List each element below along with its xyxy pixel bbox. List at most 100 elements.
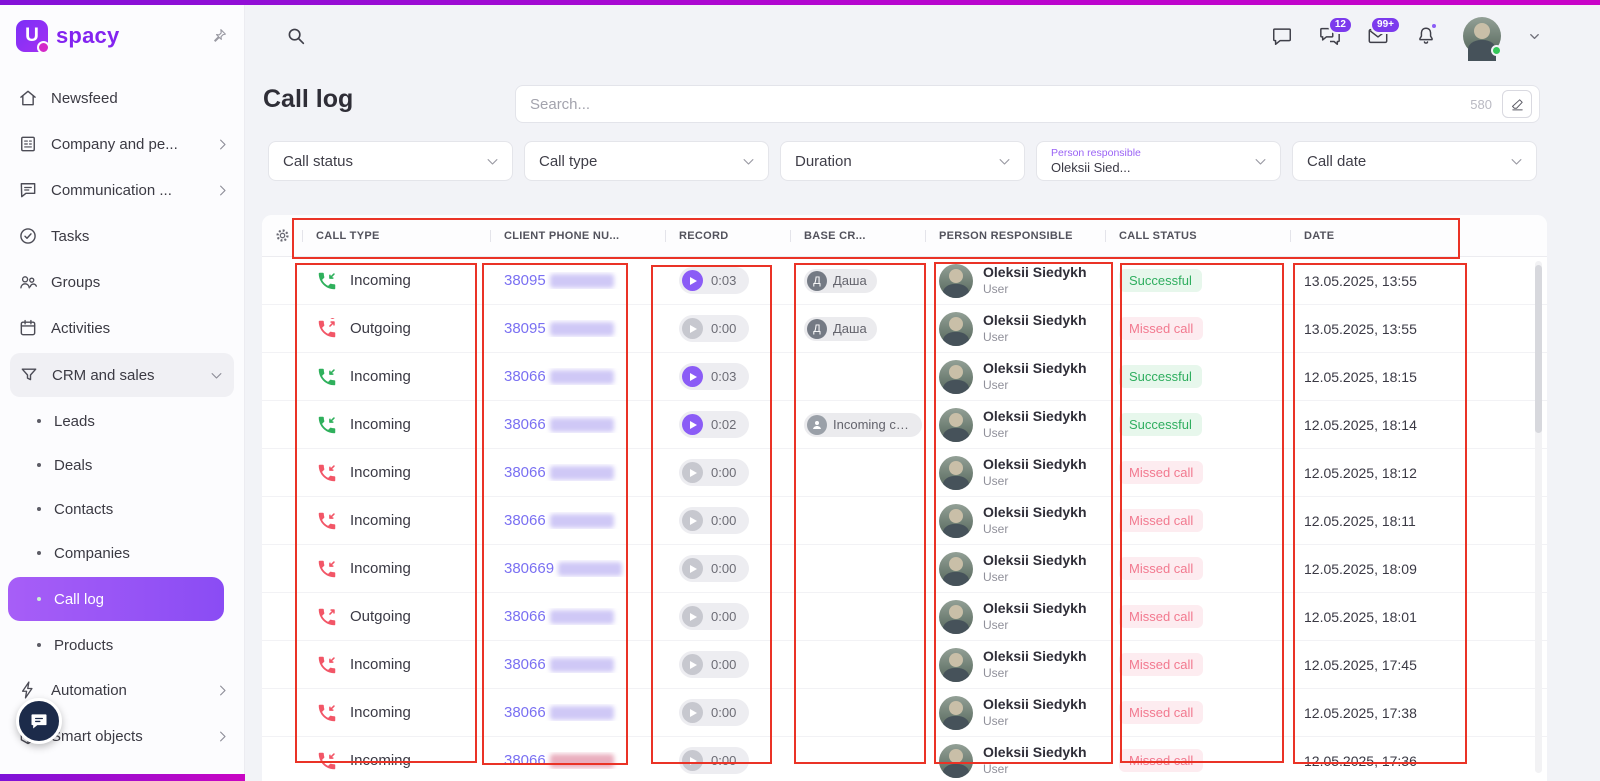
sidebar-item-companies[interactable]: Companies bbox=[0, 531, 244, 575]
sidebar-item-deals[interactable]: Deals bbox=[0, 443, 244, 487]
person-name[interactable]: Oleksii Siedykh bbox=[983, 360, 1087, 378]
sidebar-item-products[interactable]: Products bbox=[0, 623, 244, 667]
person-name[interactable]: Oleksii Siedykh bbox=[983, 696, 1087, 714]
sidebar-item-tasks[interactable]: Tasks bbox=[0, 213, 244, 259]
gear-icon bbox=[274, 227, 291, 244]
filter-call-type[interactable]: Call type bbox=[524, 141, 769, 181]
play-button-icon[interactable] bbox=[682, 606, 703, 627]
sidebar-item-activities[interactable]: Activities bbox=[0, 305, 244, 351]
chevron-down-icon[interactable] bbox=[1527, 29, 1542, 44]
record-cell: 0:00 bbox=[665, 555, 790, 582]
base-chip[interactable]: Incoming call ... bbox=[804, 413, 922, 437]
filter-person-responsible[interactable]: Person responsibleOleksii Sied... bbox=[1036, 141, 1281, 181]
global-search-icon[interactable] bbox=[285, 25, 307, 47]
table-row[interactable]: Incoming380660:03Oleksii SiedykhUserSucc… bbox=[262, 353, 1547, 401]
column-header-client-phone-nu[interactable]: CLIENT PHONE NU... bbox=[490, 230, 665, 242]
uspacy-logo-icon[interactable]: U bbox=[16, 20, 48, 52]
play-button-icon[interactable] bbox=[682, 750, 703, 771]
call-type-label: Outgoing bbox=[350, 320, 411, 337]
table-row[interactable]: Incoming380660:00Oleksii SiedykhUserMiss… bbox=[262, 689, 1547, 737]
search-input[interactable] bbox=[530, 96, 1460, 113]
phone-link[interactable]: 38095 bbox=[504, 320, 546, 337]
sidebar-item-label: Leads bbox=[54, 413, 95, 430]
messenger-icon[interactable]: 12 bbox=[1319, 25, 1341, 47]
mail-icon[interactable]: 99+ bbox=[1367, 25, 1389, 47]
phone-link[interactable]: 38066 bbox=[504, 368, 546, 385]
filter-duration[interactable]: Duration bbox=[780, 141, 1025, 181]
sidebar-item-crm-and-sales[interactable]: CRM and sales bbox=[10, 353, 234, 397]
person-name[interactable]: Oleksii Siedykh bbox=[983, 600, 1087, 618]
bell-icon[interactable] bbox=[1415, 25, 1437, 47]
sidebar-item-communication[interactable]: Communication ... bbox=[0, 167, 244, 213]
phone-link[interactable]: 38095 bbox=[504, 272, 546, 289]
column-header-date[interactable]: DATE bbox=[1290, 230, 1470, 242]
table-row[interactable]: Incoming380660:00Oleksii SiedykhUserMiss… bbox=[262, 641, 1547, 689]
column-header-person-responsible[interactable]: PERSON RESPONSIBLE bbox=[925, 230, 1105, 242]
record-cell: 0:03 bbox=[665, 363, 790, 390]
play-button-icon[interactable] bbox=[682, 414, 703, 435]
sidebar-item-contacts[interactable]: Contacts bbox=[0, 487, 244, 531]
play-button-icon[interactable] bbox=[682, 558, 703, 579]
user-avatar[interactable] bbox=[1463, 17, 1501, 55]
sidebar-item-company-and-pe[interactable]: Company and pe... bbox=[0, 121, 244, 167]
filter-call-date[interactable]: Call date bbox=[1292, 141, 1537, 181]
comment-icon[interactable] bbox=[1271, 25, 1293, 47]
table-row[interactable]: Incoming3806690:00Oleksii SiedykhUserMis… bbox=[262, 545, 1547, 593]
play-button-icon[interactable] bbox=[682, 654, 703, 675]
person-name[interactable]: Oleksii Siedykh bbox=[983, 504, 1087, 522]
column-header-call-status[interactable]: CALL STATUS bbox=[1105, 230, 1290, 242]
table-row[interactable]: Incoming380950:03ДДашаOleksii SiedykhUse… bbox=[262, 257, 1547, 305]
column-header-record[interactable]: RECORD bbox=[665, 230, 790, 242]
person-name[interactable]: Oleksii Siedykh bbox=[983, 456, 1087, 474]
person-name[interactable]: Oleksii Siedykh bbox=[983, 744, 1087, 762]
phone-link[interactable]: 38066 bbox=[504, 416, 546, 433]
table-row[interactable]: Incoming380660:00Oleksii SiedykhUserMiss… bbox=[262, 497, 1547, 545]
record-player: 0:00 bbox=[679, 651, 749, 678]
table-row[interactable]: Outgoing380950:00ДДашаOleksii SiedykhUse… bbox=[262, 305, 1547, 353]
sidebar-item-newsfeed[interactable]: Newsfeed bbox=[0, 75, 244, 121]
person-name[interactable]: Oleksii Siedykh bbox=[983, 264, 1087, 282]
status-cell: Missed call bbox=[1105, 509, 1290, 532]
table-row[interactable]: Incoming380660:02Incoming call ...Oleksi… bbox=[262, 401, 1547, 449]
crm-icon bbox=[19, 365, 39, 385]
phone-link[interactable]: 38066 bbox=[504, 512, 546, 529]
play-button-icon[interactable] bbox=[682, 270, 703, 291]
record-player: 0:00 bbox=[679, 315, 749, 342]
base-chip[interactable]: ДДаша bbox=[804, 269, 877, 293]
phone-link[interactable]: 38066 bbox=[504, 464, 546, 481]
base-chip[interactable]: ДДаша bbox=[804, 317, 877, 341]
sidebar-item-groups[interactable]: Groups bbox=[0, 259, 244, 305]
play-button-icon[interactable] bbox=[682, 702, 703, 723]
filter-call-status[interactable]: Call status bbox=[268, 141, 513, 181]
table-scrollbar-thumb[interactable] bbox=[1535, 265, 1542, 433]
play-button-icon[interactable] bbox=[682, 462, 703, 483]
column-header-base-cr[interactable]: BASE CR... bbox=[790, 230, 925, 242]
table-row[interactable]: Incoming380660:00Oleksii SiedykhUserMiss… bbox=[262, 449, 1547, 497]
play-button-icon[interactable] bbox=[682, 366, 703, 387]
play-button-icon[interactable] bbox=[682, 510, 703, 531]
phone-link[interactable]: 380669 bbox=[504, 560, 554, 577]
person-name[interactable]: Oleksii Siedykh bbox=[983, 312, 1087, 330]
phone-link[interactable]: 38066 bbox=[504, 704, 546, 721]
person-name[interactable]: Oleksii Siedykh bbox=[983, 408, 1087, 426]
phone-link[interactable]: 38066 bbox=[504, 656, 546, 673]
column-header-call-type[interactable]: CALL TYPE bbox=[302, 230, 490, 242]
activity-avatar-icon bbox=[807, 415, 827, 435]
column-settings-button[interactable] bbox=[262, 227, 302, 244]
person-name[interactable]: Oleksii Siedykh bbox=[983, 648, 1087, 666]
sidebar-item-leads[interactable]: Leads bbox=[0, 399, 244, 443]
call-type-label: Incoming bbox=[350, 656, 411, 673]
incoming-missed-icon bbox=[316, 654, 338, 676]
play-button-icon[interactable] bbox=[682, 318, 703, 339]
clear-search-button[interactable] bbox=[1502, 90, 1532, 118]
person-cell: Oleksii SiedykhUser bbox=[925, 600, 1105, 634]
phone-link[interactable]: 38066 bbox=[504, 752, 546, 769]
phone-link[interactable]: 38066 bbox=[504, 608, 546, 625]
table-row[interactable]: Outgoing380660:00Oleksii SiedykhUserMiss… bbox=[262, 593, 1547, 641]
sidebar-item-call-log[interactable]: Call log bbox=[8, 577, 224, 621]
call-type-cell: Incoming bbox=[302, 702, 490, 724]
table-row[interactable]: Incoming380660:00Oleksii SiedykhUserMiss… bbox=[262, 737, 1547, 781]
support-chat-button[interactable] bbox=[16, 698, 62, 744]
person-name[interactable]: Oleksii Siedykh bbox=[983, 552, 1087, 570]
pin-icon[interactable] bbox=[210, 27, 228, 45]
